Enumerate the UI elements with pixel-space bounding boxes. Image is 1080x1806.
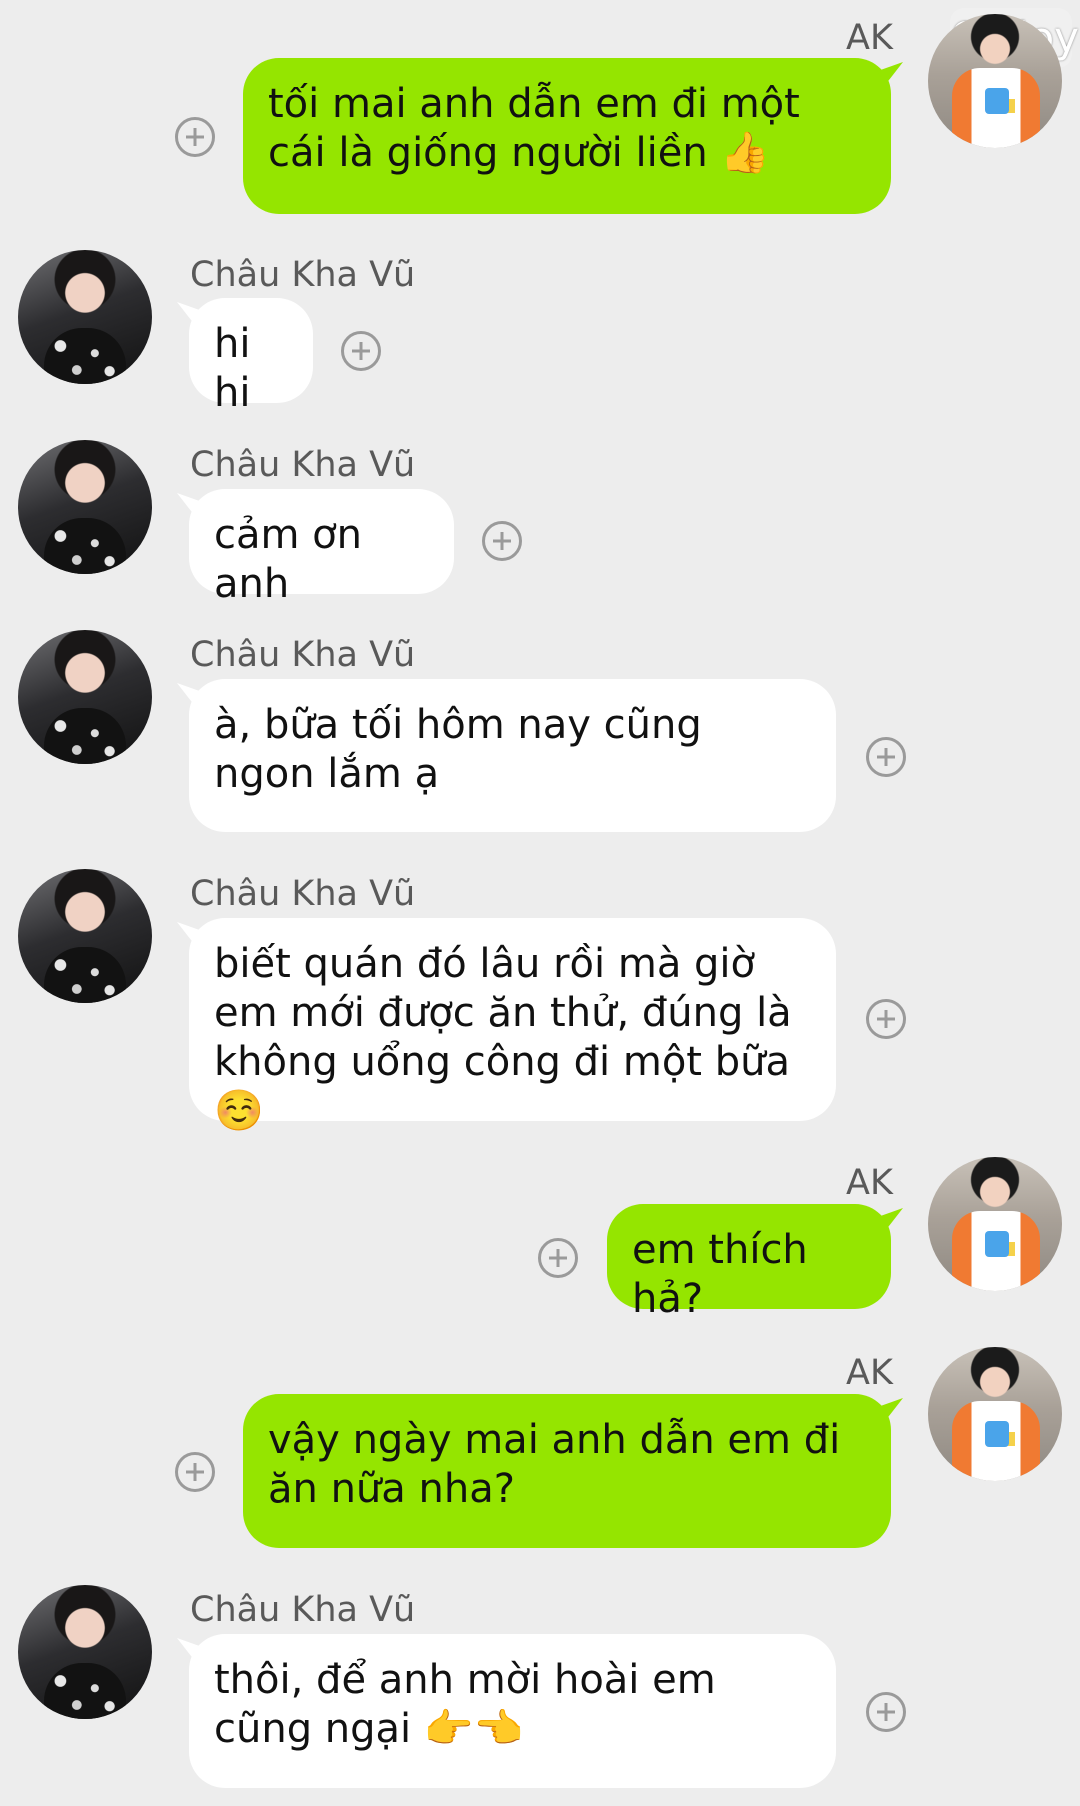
message-text: em thích hả? (632, 1227, 808, 1322)
message-bubble[interactable]: à, bữa tối hôm nay cũng ngon lắm ạ (189, 679, 836, 832)
avatar-chau-kha-vu[interactable] (18, 440, 152, 574)
plus-circle-icon[interactable] (538, 1238, 578, 1278)
avatar-ak[interactable] (928, 14, 1062, 148)
plus-circle-icon[interactable] (341, 331, 381, 371)
sender-name: Châu Kha Vũ (190, 874, 416, 914)
plus-circle-icon[interactable] (175, 117, 215, 157)
message-bubble[interactable]: tối mai anh dẫn em đi một cái là giống n… (243, 58, 891, 214)
avatar-chau-kha-vu[interactable] (18, 1585, 152, 1719)
sender-name: Châu Kha Vũ (190, 635, 416, 675)
avatar-chau-kha-vu[interactable] (18, 630, 152, 764)
message-bubble[interactable]: hi hi (189, 298, 313, 416)
sender-name: AK (846, 18, 893, 58)
avatar-ak[interactable] (928, 1347, 1062, 1481)
plus-circle-icon[interactable] (866, 999, 906, 1039)
message-bubble[interactable]: vậy ngày mai anh dẫn em đi ăn nữa nha? (243, 1394, 891, 1548)
avatar-chau-kha-vu[interactable] (18, 250, 152, 384)
message-text: tối mai anh dẫn em đi một cái là giống n… (268, 81, 800, 176)
sender-name: AK (846, 1353, 893, 1393)
plus-circle-icon[interactable] (175, 1452, 215, 1492)
message-text: à, bữa tối hôm nay cũng ngon lắm ạ (214, 702, 702, 797)
message-text: cảm ơn anh (214, 512, 363, 607)
plus-circle-icon[interactable] (482, 521, 522, 561)
plus-circle-icon[interactable] (866, 1692, 906, 1732)
sender-name: Châu Kha Vũ (190, 445, 416, 485)
plus-circle-icon[interactable] (866, 737, 906, 777)
message-text: hi hi (214, 321, 251, 416)
message-bubble[interactable]: thôi, để anh mời hoài em cũng ngại 👉👈 (189, 1634, 836, 1788)
avatar-ak[interactable] (928, 1157, 1062, 1291)
message-bubble[interactable]: cảm ơn anh (189, 489, 454, 607)
avatar-chau-kha-vu[interactable] (18, 869, 152, 1003)
message-bubble[interactable]: em thích hả? (607, 1204, 891, 1322)
message-bubble[interactable]: biết quán đó lâu rồi mà giờ em mới được … (189, 918, 836, 1134)
sender-name: AK (846, 1163, 893, 1203)
sender-name: Châu Kha Vũ (190, 255, 416, 295)
sender-name: Châu Kha Vũ (190, 1590, 416, 1630)
message-text: thôi, để anh mời hoài em cũng ngại 👉👈 (214, 1657, 716, 1752)
message-text: biết quán đó lâu rồi mà giờ em mới được … (214, 941, 792, 1134)
message-text: vậy ngày mai anh dẫn em đi ăn nữa nha? (268, 1417, 841, 1512)
